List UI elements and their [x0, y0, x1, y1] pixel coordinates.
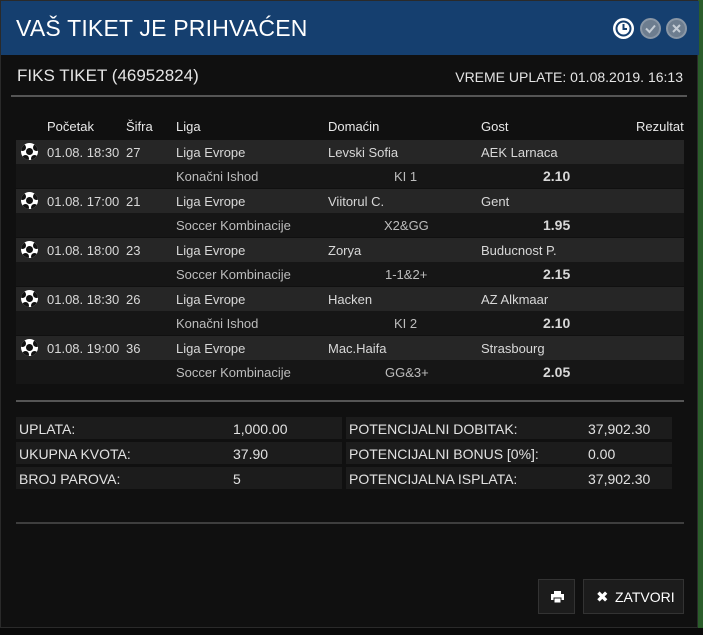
bet-row: Soccer Kombinacije X2&GG 1.95 — [16, 213, 684, 237]
soccer-ball-icon — [21, 339, 38, 356]
close-button[interactable]: ✖ ZATVORI — [583, 579, 684, 614]
potential-bonus-label: POTENCIJALNI BONUS [0%]: — [349, 446, 539, 462]
match-code: 26 — [126, 292, 141, 307]
divider — [16, 400, 684, 402]
bet-type: Konačni Ishod — [176, 169, 259, 184]
match-row: 01.08. 18:30 27 Liga Evrope Levski Sofia… — [16, 140, 684, 164]
background-edge — [698, 0, 703, 635]
match-start: 01.08. 18:30 — [47, 145, 120, 160]
bet-tip: 1-1&2+ — [385, 267, 428, 282]
soccer-ball-icon — [21, 241, 38, 258]
match-row: 01.08. 19:00 36 Liga Evrope Mac.Haifa St… — [16, 336, 684, 360]
bet-row: Konačni Ishod KI 1 2.10 — [16, 164, 684, 188]
close-button-label: ZATVORI — [615, 589, 675, 605]
total-odds-value: 37.90 — [233, 446, 269, 462]
match-home: Viitorul C. — [328, 194, 385, 209]
payment-time: VREME UPLATE: 01.08.2019. 16:13 — [455, 69, 683, 85]
bet-type: Konačni Ishod — [176, 316, 259, 331]
print-button[interactable] — [538, 579, 575, 614]
stake-label: UPLATA: — [19, 421, 76, 437]
match-row: 01.08. 18:30 26 Liga Evrope Hacken AZ Al… — [16, 287, 684, 311]
bet-odd: 2.15 — [543, 266, 571, 282]
soccer-ball-icon — [21, 192, 38, 209]
match-code: 21 — [126, 194, 141, 209]
match-away: Gent — [481, 194, 510, 209]
ticket-dialog: VAŠ TIKET JE PRIHVAĆEN FIKS TIKET (46952… — [0, 0, 699, 628]
bet-type: Soccer Kombinacije — [176, 365, 291, 380]
potential-win-value: 37,902.30 — [588, 421, 651, 437]
divider — [11, 95, 687, 97]
bet-row: Soccer Kombinacije GG&3+ 2.05 — [16, 360, 684, 384]
column-header-home: Domaćin — [328, 119, 380, 134]
match-row: 01.08. 17:00 21 Liga Evrope Viitorul C. … — [16, 189, 684, 213]
match-start: 01.08. 17:00 — [47, 194, 120, 209]
match-away: AZ Alkmaar — [481, 292, 549, 307]
bet-type: Soccer Kombinacije — [176, 267, 291, 282]
bet-odd: 2.10 — [543, 315, 571, 331]
dialog-header: VAŠ TIKET JE PRIHVAĆEN — [1, 1, 699, 55]
match-league: Liga Evrope — [176, 341, 246, 356]
divider — [16, 522, 684, 524]
summary-potential-win: POTENCIJALNI DOBITAK: 37,902.30 — [346, 417, 672, 439]
total-odds-label: UKUPNA KVOTA: — [19, 446, 131, 462]
potential-win-label: POTENCIJALNI DOBITAK: — [349, 421, 518, 437]
dialog-title: VAŠ TIKET JE PRIHVAĆEN — [16, 15, 308, 41]
bet-tip: GG&3+ — [385, 365, 429, 380]
pairs-value: 5 — [233, 471, 241, 487]
match-code: 23 — [126, 243, 141, 258]
summary-potential-bonus: POTENCIJALNI BONUS [0%]: 0.00 — [346, 442, 672, 464]
printer-icon — [551, 591, 564, 603]
potential-payout-label: POTENCIJALNA ISPLATA: — [349, 471, 518, 487]
bet-row: Konačni Ishod KI 2 2.10 — [16, 311, 684, 335]
soccer-ball-icon — [21, 143, 38, 160]
column-header-start: Početak — [47, 119, 94, 134]
summary-total-odds: UKUPNA KVOTA: 37.90 — [16, 442, 342, 464]
potential-bonus-value: 0.00 — [588, 446, 616, 462]
match-home: Levski Sofia — [328, 145, 399, 160]
match-away: Strasbourg — [481, 341, 545, 356]
bet-type: Soccer Kombinacije — [176, 218, 291, 233]
bet-tip: X2&GG — [384, 218, 429, 233]
match-start: 01.08. 18:30 — [47, 292, 120, 307]
match-row: 01.08. 18:00 23 Liga Evrope Zorya Buducn… — [16, 238, 684, 262]
summary-stake: UPLATA: 1,000.00 — [16, 417, 342, 439]
match-league: Liga Evrope — [176, 243, 246, 258]
pairs-label: BROJ PAROVA: — [19, 471, 121, 487]
match-home: Mac.Haifa — [328, 341, 387, 356]
match-league: Liga Evrope — [176, 292, 246, 307]
check-icon[interactable] — [640, 18, 661, 39]
potential-payout-value: 37,902.30 — [588, 471, 651, 487]
background-bottom — [0, 628, 703, 635]
bet-tip: KI 2 — [394, 316, 418, 331]
column-header-away: Gost — [481, 119, 509, 134]
column-header-result: Rezultat — [636, 119, 684, 134]
match-league: Liga Evrope — [176, 145, 246, 160]
match-away: AEK Larnaca — [481, 145, 558, 160]
bet-odd: 1.95 — [543, 217, 571, 233]
bet-odd: 2.10 — [543, 168, 571, 184]
bet-odd: 2.05 — [543, 364, 571, 380]
match-start: 01.08. 19:00 — [47, 341, 120, 356]
match-away: Buducnost P. — [481, 243, 557, 258]
stake-value: 1,000.00 — [233, 421, 288, 437]
match-code: 27 — [126, 145, 141, 160]
close-x-icon: ✖ — [596, 589, 609, 606]
match-home: Hacken — [328, 292, 373, 307]
summary-pairs: BROJ PAROVA: 5 — [16, 467, 342, 489]
match-start: 01.08. 18:00 — [47, 243, 120, 258]
bet-tip: KI 1 — [394, 169, 418, 184]
soccer-ball-icon — [21, 290, 38, 307]
match-home: Zorya — [328, 243, 362, 258]
column-header-league: Liga — [176, 119, 201, 134]
clock-icon[interactable] — [613, 18, 634, 39]
close-icon[interactable] — [666, 18, 687, 39]
column-header-code: Šifra — [126, 119, 153, 134]
summary-potential-payout: POTENCIJALNA ISPLATA: 37,902.30 — [346, 467, 672, 489]
ticket-title: FIKS TIKET (46952824) — [17, 66, 199, 85]
match-league: Liga Evrope — [176, 194, 246, 209]
bet-row: Soccer Kombinacije 1-1&2+ 2.15 — [16, 262, 684, 286]
match-code: 36 — [126, 341, 141, 356]
